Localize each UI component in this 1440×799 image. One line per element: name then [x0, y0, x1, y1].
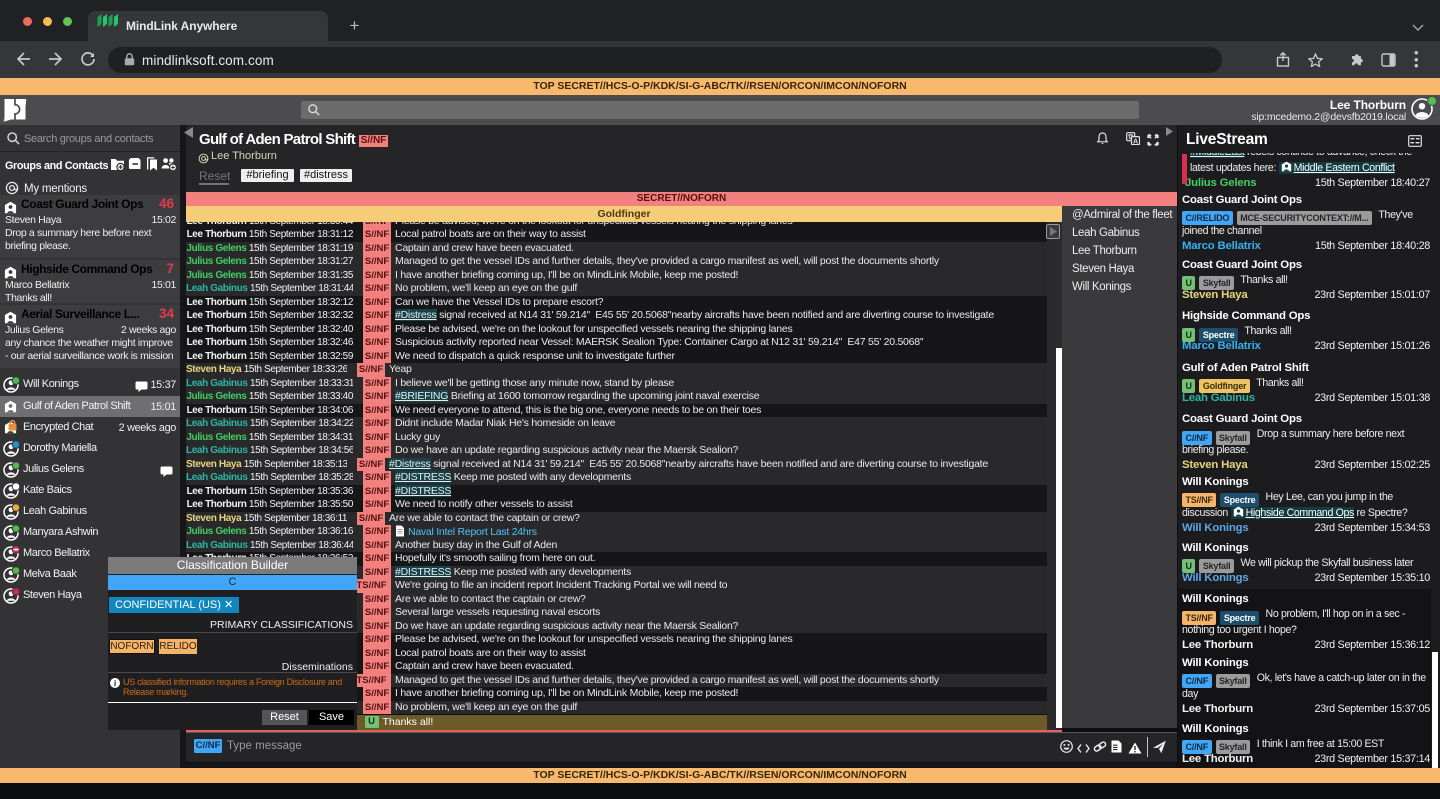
svg-text:A: A: [1133, 138, 1138, 145]
